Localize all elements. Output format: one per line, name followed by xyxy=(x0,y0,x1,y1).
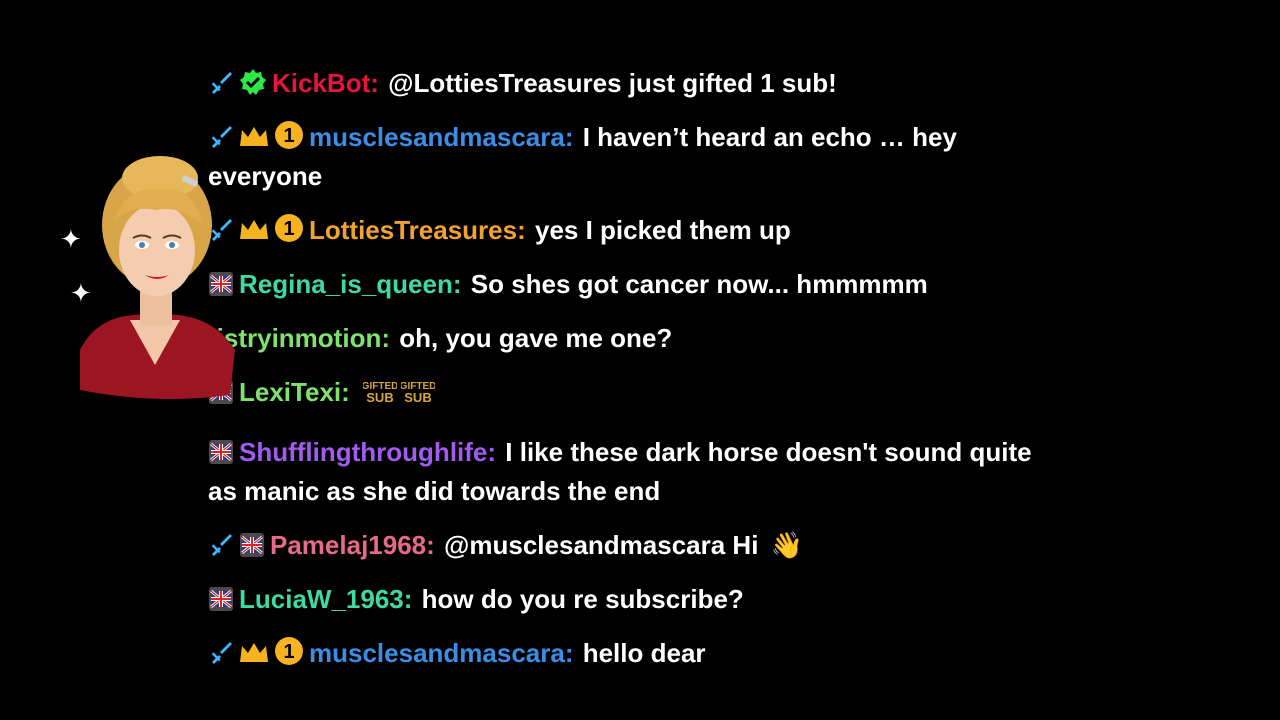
crown-badge-icon xyxy=(239,640,269,666)
sword-badge-icon xyxy=(208,124,234,150)
chat-message-text: yes I picked them up xyxy=(534,215,791,245)
emote-text-bottom: SUB xyxy=(404,390,431,405)
chat-message: LuciaW_1963: how do you re subscribe? xyxy=(208,580,1048,619)
chat-message-text: oh, you gave me one? xyxy=(399,323,673,353)
chat-message: KickBot: @LottiesTreasures just gifted 1… xyxy=(208,64,1048,103)
avatar-illustration-icon xyxy=(80,156,235,399)
sparkle-icon: ✦ xyxy=(70,278,92,308)
chat-username[interactable]: LexiTexi: xyxy=(239,377,350,407)
chat-message-text: So shes got cancer now... hmmmmm xyxy=(470,269,928,299)
chat-message: 1 LottiesTreasures: yes I picked them up xyxy=(208,211,1048,250)
chat-username[interactable]: Pamelaj1968: xyxy=(270,530,435,560)
uk-flag-badge-icon xyxy=(239,532,265,558)
chat-message-text: @LottiesTreasures just gifted 1 sub! xyxy=(388,68,837,98)
chat-message-text: @musclesandmascara Hi xyxy=(444,530,759,560)
chat-username[interactable]: musclesandmascara: xyxy=(309,122,573,152)
chat-username[interactable]: Regina_is_queen: xyxy=(239,269,462,299)
sparkle-icon: ✦ xyxy=(60,224,82,254)
svg-text:1: 1 xyxy=(283,641,294,663)
waving-hand-emoji-icon: 👋 xyxy=(770,530,803,560)
chat-message-text: hello dear xyxy=(582,638,706,668)
chat-username[interactable]: musclesandmascara: xyxy=(309,638,573,668)
chat-message: Shufflingthroughlife: I like these dark … xyxy=(208,433,1048,511)
chat-message: 1 musclesandmascara: I haven’t heard an e… xyxy=(208,118,1048,196)
chat-username[interactable]: LuciaW_1963: xyxy=(239,584,412,614)
gifted-sub-emote-icon: GIFTED SUB xyxy=(362,377,399,418)
uk-flag-badge-icon xyxy=(208,439,234,465)
chat-message: LexiTexi: GIFTED SUB GIFTED SUB xyxy=(208,373,1048,418)
subscriber-1-badge-icon: 1 xyxy=(274,636,304,666)
chat-username[interactable]: LottiesTreasures: xyxy=(309,215,526,245)
chat-message: Regina_is_queen: So shes got cancer now.… xyxy=(208,265,1048,304)
subscriber-1-badge-icon: 1 xyxy=(274,120,304,150)
chat-message: Pamelaj1968: @musclesandmascara Hi 👋 xyxy=(208,526,1048,565)
subscriber-1-badge-icon: 1 xyxy=(274,213,304,243)
sword-badge-icon xyxy=(208,70,234,96)
sword-badge-icon xyxy=(208,532,234,558)
svg-text:1: 1 xyxy=(283,125,294,147)
uk-flag-badge-icon xyxy=(208,586,234,612)
sword-badge-icon xyxy=(208,640,234,666)
svg-text:1: 1 xyxy=(283,218,294,240)
chat-username[interactable]: KickBot: xyxy=(272,68,379,98)
gifted-sub-emote-icon: GIFTED SUB xyxy=(400,377,437,418)
emote-text-bottom: SUB xyxy=(366,390,393,405)
chat-username[interactable]: Shufflingthroughlife: xyxy=(239,437,496,467)
verified-bot-badge-icon xyxy=(239,68,267,96)
crown-badge-icon xyxy=(239,124,269,150)
chat-overlay: KickBot: @LottiesTreasures just gifted 1… xyxy=(208,64,1048,688)
chat-message: tistryinmotion: oh, you gave me one? xyxy=(208,319,1048,358)
streamer-avatar: ✦ ✦ xyxy=(60,150,250,400)
chat-message: 1 musclesandmascara: hello dear xyxy=(208,634,1048,673)
chat-message-text: how do you re subscribe? xyxy=(421,584,744,614)
